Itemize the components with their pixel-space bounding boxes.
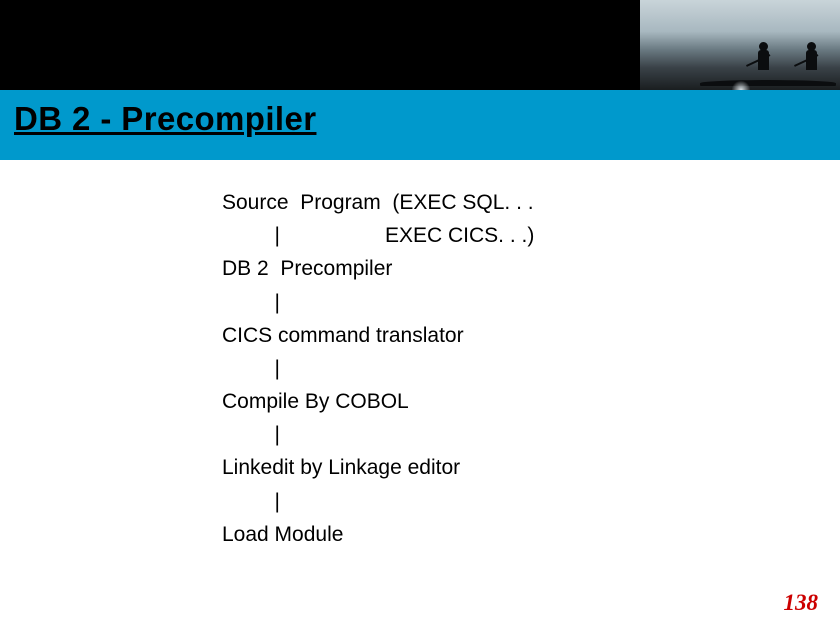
body-line: Source Program (EXEC SQL. . . <box>222 186 534 219</box>
slide-banner: DB 2 - Precompiler <box>0 0 840 160</box>
body-line: | <box>222 485 534 518</box>
rower-silhouette <box>798 42 824 82</box>
body-line: | EXEC CICS. . .) <box>222 219 534 252</box>
rower-silhouette <box>750 42 776 82</box>
body-line: Load Module <box>222 518 534 551</box>
water-splash <box>732 80 750 90</box>
body-line: Compile By COBOL <box>222 385 534 418</box>
body-line: Linkedit by Linkage editor <box>222 451 534 484</box>
banner-image <box>640 0 840 90</box>
page-number: 138 <box>784 590 819 616</box>
body-line: | <box>222 418 534 451</box>
body-line: | <box>222 286 534 319</box>
body-line: DB 2 Precompiler <box>222 252 534 285</box>
banner-black-block <box>0 0 640 90</box>
body-line: | <box>222 352 534 385</box>
slide-body: Source Program (EXEC SQL. . . | EXEC CIC… <box>222 186 534 551</box>
body-line: CICS command translator <box>222 319 534 352</box>
slide-title: DB 2 - Precompiler <box>14 100 316 138</box>
